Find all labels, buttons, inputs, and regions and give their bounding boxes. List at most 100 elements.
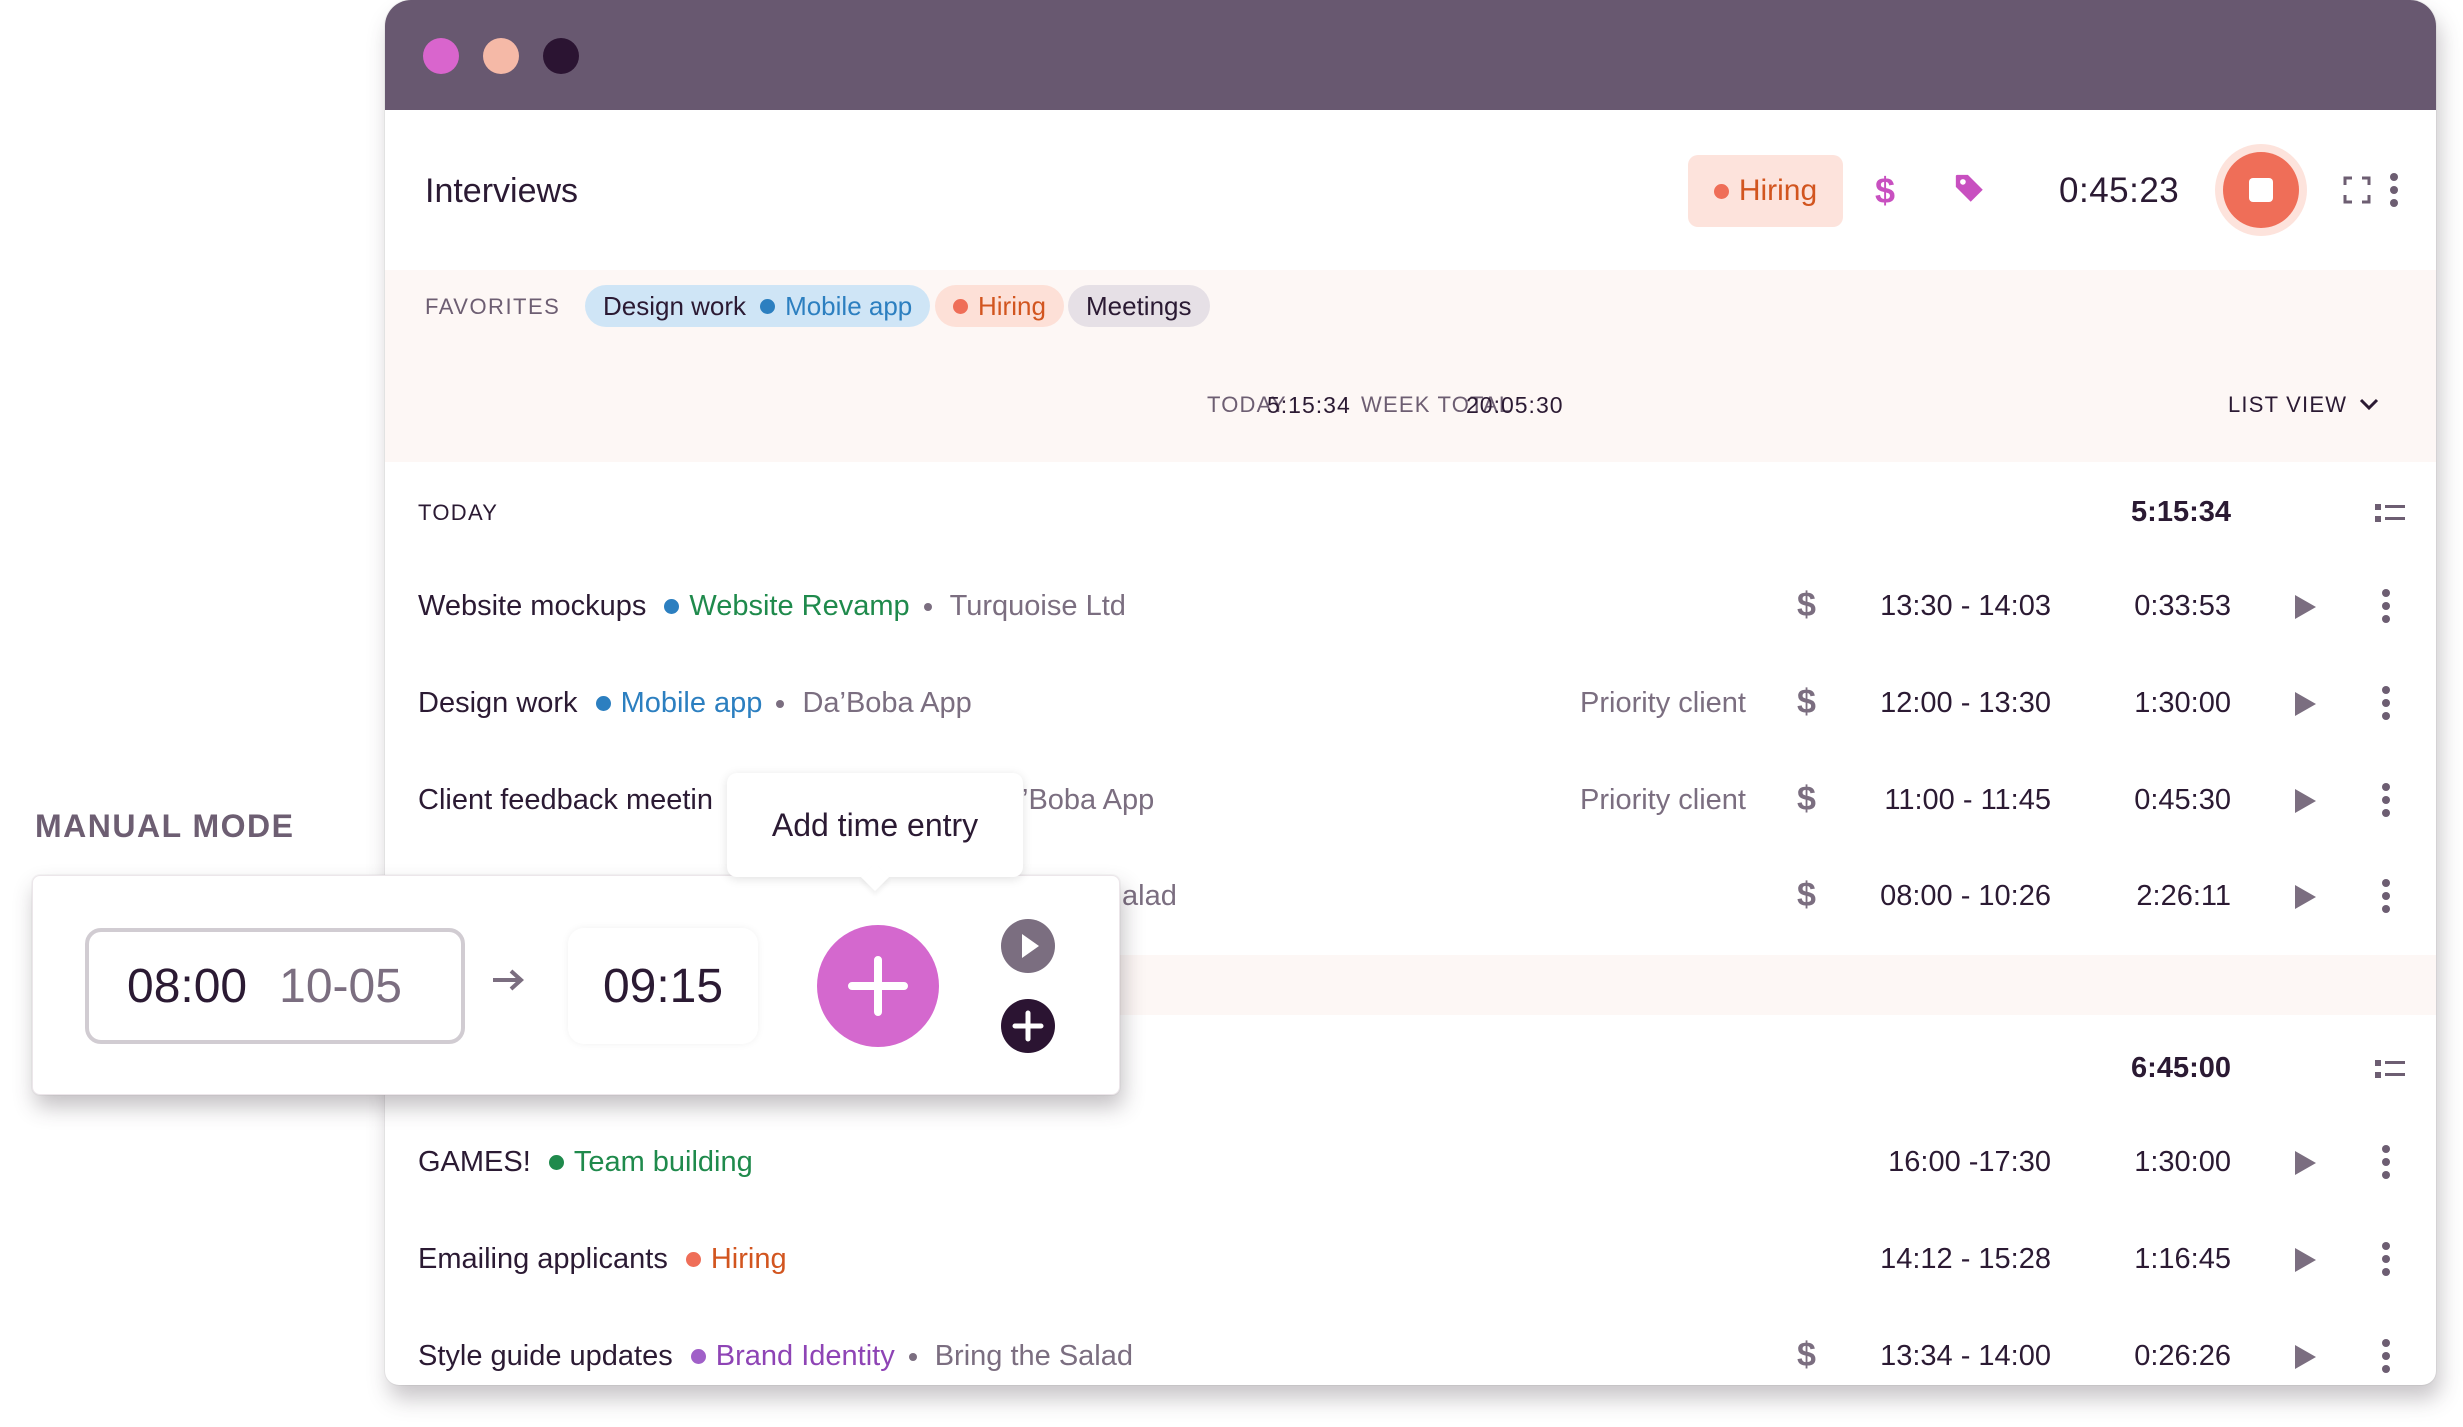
- entry-description: Design work: [418, 687, 578, 719]
- active-project-label: Hiring: [1738, 174, 1818, 207]
- add-time-entry-button[interactable]: [817, 925, 939, 1047]
- project-dot: [760, 298, 776, 314]
- view-switcher[interactable]: LIST VIEW: [2228, 392, 2379, 418]
- play-icon[interactable]: [2293, 788, 2317, 814]
- arrow-right-icon: [493, 969, 524, 991]
- entry-tag[interactable]: Priority client: [1580, 784, 1746, 817]
- billable-icon[interactable]: $: [1797, 876, 1816, 915]
- manual-mode-plus-icon[interactable]: [1001, 999, 1055, 1053]
- entry-project-label: Hiring: [710, 1243, 787, 1275]
- time-entry-row[interactable]: Emailing applicants Hiring 14:12 - 15:28…: [385, 1221, 2436, 1301]
- entry-time-range[interactable]: 14:12 - 15:28: [1880, 1243, 2051, 1276]
- day-group-total: 5:15:34: [2131, 496, 2231, 528]
- active-project-chip[interactable]: Hiring: [1688, 155, 1843, 227]
- entry-time-range[interactable]: 12:00 - 13:30: [1880, 687, 2051, 720]
- play-icon[interactable]: [2293, 884, 2317, 910]
- more-options-icon[interactable]: [2381, 878, 2391, 914]
- favorite-hiring-label: Hiring: [978, 290, 1046, 321]
- summary-bar: TODAY 5:15:34 WEEK TOTAL 20:05:30 LIST V…: [385, 342, 2436, 462]
- entry-project: Mobile app: [595, 687, 763, 720]
- entry-time-range[interactable]: 16:00 -17:30: [1888, 1146, 2051, 1179]
- list-icon[interactable]: [2375, 1058, 2405, 1080]
- entry-project-label: Mobile app: [620, 687, 763, 719]
- manual-mode-label: MANUAL MODE: [35, 808, 295, 844]
- entry-tag[interactable]: Priority client: [1580, 687, 1746, 720]
- manual-entry-card: 08:00 10-05 09:15: [32, 875, 1120, 1095]
- entry-duration[interactable]: 2:26:11: [2136, 880, 2231, 913]
- entry-info: Website mockups Website Revamp Turquoise…: [418, 590, 1126, 623]
- play-icon[interactable]: [2293, 1247, 2317, 1273]
- running-timer: 0:45:23: [2059, 171, 2180, 210]
- title-bar: [385, 0, 2436, 110]
- time-entry-row[interactable]: Client feedback meetin ’Boba App Priorit…: [385, 762, 2436, 842]
- time-entry-row[interactable]: Style guide updates Brand Identity Bring…: [385, 1318, 2436, 1385]
- day-group-label: TODAY: [418, 500, 499, 525]
- entry-time-range[interactable]: 13:30 - 14:03: [1880, 590, 2051, 623]
- entry-client: Turquoise Ltd: [924, 590, 1126, 623]
- play-icon[interactable]: [2293, 1344, 2317, 1370]
- plus-icon: [848, 956, 908, 1016]
- current-entry-description[interactable]: Interviews: [425, 172, 578, 211]
- entry-time-range[interactable]: 08:00 - 10:26: [1880, 880, 2051, 913]
- more-options-icon[interactable]: [2381, 685, 2391, 721]
- project-dot: [690, 1349, 706, 1364]
- list-icon[interactable]: [2375, 502, 2405, 524]
- favorite-design-work[interactable]: Design work Mobile app: [585, 285, 931, 327]
- entry-description: Client feedback meetin: [418, 784, 713, 816]
- time-entry-row[interactable]: GAMES! Team building 16:00 -17:30 1:30:0…: [385, 1124, 2436, 1204]
- entry-project: Brand Identity: [690, 1340, 895, 1373]
- project-dot: [953, 298, 968, 314]
- entry-project: Website Revamp: [664, 590, 910, 623]
- play-icon[interactable]: [2293, 1150, 2317, 1176]
- entry-time-range[interactable]: 13:34 - 14:00: [1880, 1340, 2051, 1373]
- more-options-icon[interactable]: [2381, 1144, 2391, 1180]
- close-window-button[interactable]: [423, 38, 459, 74]
- entry-client-fragment: ’Boba App: [1022, 784, 1154, 817]
- more-options-icon[interactable]: [2381, 588, 2391, 624]
- favorite-hiring[interactable]: Hiring: [935, 285, 1064, 327]
- billable-icon[interactable]: $: [1797, 586, 1816, 625]
- project-dot: [595, 696, 611, 711]
- billable-icon[interactable]: $: [1797, 780, 1816, 819]
- favorites-bar: FAVORITES Design work Mobile app Hiring …: [385, 270, 2436, 342]
- app-window: Interviews Hiring $ 0:45:23 FAVORITES De…: [385, 0, 2436, 1385]
- project-dot: [685, 1252, 701, 1267]
- entry-duration[interactable]: 1:30:00: [2134, 687, 2231, 720]
- entry-duration[interactable]: 0:33:53: [2134, 590, 2231, 623]
- entry-client: ’Boba App: [1022, 784, 1155, 816]
- stop-timer-button[interactable]: [2223, 152, 2299, 228]
- time-entry-row[interactable]: Design work Mobile app Da’Boba App Prior…: [385, 665, 2436, 745]
- entry-duration[interactable]: 0:26:26: [2134, 1340, 2231, 1373]
- zoom-window-button[interactable]: [543, 38, 579, 74]
- week-total: 20:05:30: [1466, 392, 1564, 418]
- tag-icon[interactable]: [1953, 172, 1987, 206]
- more-options-icon[interactable]: [2381, 1241, 2391, 1277]
- entry-duration[interactable]: 1:30:00: [2134, 1146, 2231, 1179]
- end-time-input[interactable]: 09:15: [568, 928, 758, 1044]
- entry-client: Da’Boba App: [776, 687, 971, 720]
- entry-duration[interactable]: 0:45:30: [2134, 784, 2231, 817]
- favorite-meetings[interactable]: Meetings: [1068, 285, 1210, 327]
- entry-duration[interactable]: 1:16:45: [2134, 1243, 2231, 1276]
- more-options-icon[interactable]: [2381, 1338, 2391, 1374]
- time-entry-row[interactable]: Website mockups Website Revamp Turquoise…: [385, 568, 2436, 648]
- start-time: 08:00: [127, 959, 248, 1013]
- project-dot: [664, 599, 680, 614]
- more-options-icon[interactable]: [2389, 172, 2399, 208]
- play-icon[interactable]: [2293, 691, 2317, 717]
- billable-icon[interactable]: $: [1797, 683, 1816, 722]
- entry-time-range[interactable]: 11:00 - 11:45: [1884, 784, 2051, 817]
- more-options-icon[interactable]: [2381, 782, 2391, 818]
- minimize-window-button[interactable]: [483, 38, 519, 74]
- billable-toggle-icon[interactable]: $: [1875, 170, 1895, 212]
- entry-info: Design work Mobile app Da’Boba App: [418, 687, 972, 720]
- today-total: 5:15:34: [1267, 392, 1351, 418]
- start-date: 10-05: [279, 959, 402, 1013]
- play-icon[interactable]: [2293, 594, 2317, 620]
- timer-mode-play-icon[interactable]: [1001, 919, 1055, 973]
- billable-icon[interactable]: $: [1797, 1336, 1816, 1375]
- favorite-project-label: Mobile app: [785, 290, 913, 321]
- entry-info: Emailing applicants Hiring: [418, 1243, 787, 1276]
- start-time-input[interactable]: 08:00 10-05: [85, 928, 465, 1044]
- expand-icon[interactable]: [2343, 176, 2371, 204]
